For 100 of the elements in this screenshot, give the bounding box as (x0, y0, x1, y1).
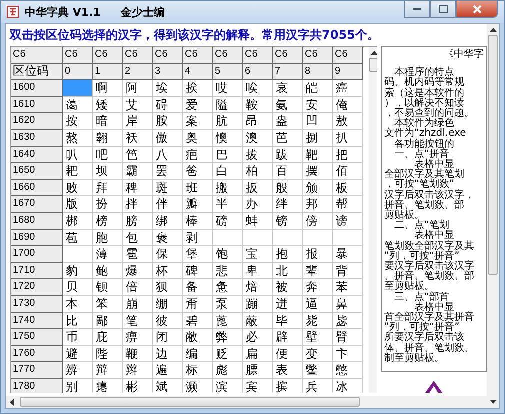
character-cell[interactable]: 白 (213, 163, 243, 180)
character-cell[interactable]: 昂 (243, 113, 273, 130)
character-cell[interactable]: 被 (273, 279, 303, 296)
character-cell[interactable]: 鲍 (93, 262, 123, 280)
character-cell[interactable]: 苞 (63, 230, 93, 246)
selected-cell[interactable] (63, 80, 93, 97)
character-cell[interactable]: 别 (63, 378, 93, 393)
character-cell[interactable]: 棒 (183, 212, 213, 230)
character-cell[interactable]: 敖 (333, 113, 363, 130)
close-button[interactable] (456, 1, 498, 18)
character-cell[interactable]: 宝 (243, 246, 273, 263)
character-cell[interactable]: 辩 (93, 362, 123, 379)
character-cell[interactable]: 氨 (273, 96, 303, 114)
character-cell[interactable]: 哎 (213, 80, 243, 97)
character-cell[interactable]: 拜 (93, 180, 123, 196)
character-cell[interactable]: 板 (333, 180, 363, 196)
character-cell[interactable]: 隘 (213, 96, 243, 114)
character-cell[interactable]: 笨 (93, 296, 123, 312)
character-cell[interactable]: 彪 (213, 362, 243, 379)
character-cell[interactable]: 岸 (123, 113, 153, 130)
character-cell[interactable]: 绊 (273, 196, 303, 213)
character-cell[interactable]: 狈 (153, 279, 183, 296)
character-cell[interactable]: 雹 (123, 246, 153, 263)
character-cell[interactable]: 坝 (93, 163, 123, 180)
character-cell[interactable]: 陛 (93, 346, 123, 362)
character-cell[interactable]: 扁 (243, 346, 273, 362)
character-cell[interactable]: 彼 (153, 312, 183, 330)
horizontal-scrollbar[interactable] (6, 396, 487, 408)
character-cell[interactable]: 鳖 (303, 362, 333, 379)
character-cell[interactable]: 办 (243, 196, 273, 213)
character-cell[interactable]: 本 (63, 296, 93, 312)
character-cell[interactable]: 佰 (333, 163, 363, 180)
character-cell[interactable]: 碑 (183, 262, 213, 280)
character-cell[interactable]: 焙 (243, 279, 273, 296)
character-cell[interactable]: 芭 (273, 130, 303, 147)
character-cell[interactable]: 半 (213, 196, 243, 213)
character-cell[interactable]: 翱 (93, 130, 123, 147)
character-cell[interactable]: 澳 (243, 130, 273, 147)
character-cell[interactable]: 版 (63, 196, 93, 213)
character-cell[interactable]: 毖 (333, 312, 363, 330)
character-cell[interactable]: 袄 (123, 130, 153, 147)
character-cell[interactable]: 瘪 (93, 378, 123, 393)
character-cell[interactable]: 唉 (243, 80, 273, 97)
character-cell[interactable]: 蹦 (243, 296, 273, 312)
empty-cell[interactable] (213, 230, 243, 246)
character-cell[interactable]: 卑 (243, 262, 273, 280)
character-cell[interactable]: 八 (153, 146, 183, 164)
character-cell[interactable]: 迸 (273, 296, 303, 312)
character-cell[interactable]: 比 (63, 312, 93, 330)
character-grid[interactable] (11, 47, 363, 393)
character-cell[interactable]: 梆 (63, 212, 93, 230)
character-cell[interactable]: 摆 (303, 163, 333, 180)
character-cell[interactable]: 表 (273, 362, 303, 379)
character-cell[interactable]: 疤 (183, 146, 213, 164)
scroll-thumb[interactable] (488, 35, 498, 275)
character-cell[interactable]: 爆 (123, 262, 153, 280)
character-cell[interactable]: 叭 (63, 146, 93, 164)
character-cell[interactable]: 柏 (243, 163, 273, 180)
character-cell[interactable]: 膘 (243, 362, 273, 379)
character-cell[interactable]: 般 (273, 180, 303, 196)
character-cell[interactable]: 鞍 (243, 96, 273, 114)
character-cell[interactable]: 败 (63, 180, 93, 196)
character-cell[interactable]: 薄 (93, 246, 123, 263)
character-cell[interactable]: 必 (243, 329, 273, 346)
character-cell[interactable]: 瓣 (183, 196, 213, 213)
character-cell[interactable]: 杯 (153, 262, 183, 280)
empty-cell[interactable] (303, 230, 333, 246)
character-cell[interactable]: 斑 (153, 180, 183, 196)
character-cell[interactable]: 边 (153, 346, 183, 362)
character-cell[interactable]: 哀 (273, 80, 303, 97)
character-cell[interactable]: 辨 (63, 362, 93, 379)
character-cell[interactable]: 币 (63, 329, 93, 346)
character-cell[interactable]: 避 (63, 346, 93, 362)
character-cell[interactable]: 泵 (213, 296, 243, 312)
character-cell[interactable]: 暗 (93, 113, 123, 130)
character-cell[interactable]: 笆 (123, 146, 153, 164)
character-cell[interactable]: 稗 (123, 180, 153, 196)
character-cell[interactable]: 变 (303, 346, 333, 362)
character-cell[interactable]: 毙 (303, 312, 333, 330)
character-cell[interactable]: 斌 (153, 378, 183, 393)
character-cell[interactable]: 奔 (303, 279, 333, 296)
character-cell[interactable]: 暴 (333, 246, 363, 263)
character-cell[interactable]: 滨 (213, 378, 243, 393)
character-cell[interactable]: 艾 (123, 96, 153, 114)
character-cell[interactable]: 伴 (153, 196, 183, 213)
character-cell[interactable]: 抱 (273, 246, 303, 263)
character-cell[interactable]: 肮 (213, 113, 243, 130)
character-cell[interactable]: 镑 (273, 212, 303, 230)
character-cell[interactable]: 贬 (213, 346, 243, 362)
character-cell[interactable]: 把 (333, 146, 363, 164)
character-cell[interactable]: 谤 (333, 212, 363, 230)
character-cell[interactable]: 卞 (333, 346, 363, 362)
character-cell[interactable]: 臂 (333, 329, 363, 346)
character-cell[interactable]: 便 (273, 346, 303, 362)
scroll-thumb[interactable] (20, 397, 360, 407)
character-cell[interactable]: 埃 (153, 80, 183, 97)
minimize-button[interactable] (404, 1, 430, 18)
character-cell[interactable]: 宾 (243, 378, 273, 393)
character-cell[interactable]: 蔽 (243, 312, 273, 330)
character-cell[interactable]: 胺 (153, 113, 183, 130)
